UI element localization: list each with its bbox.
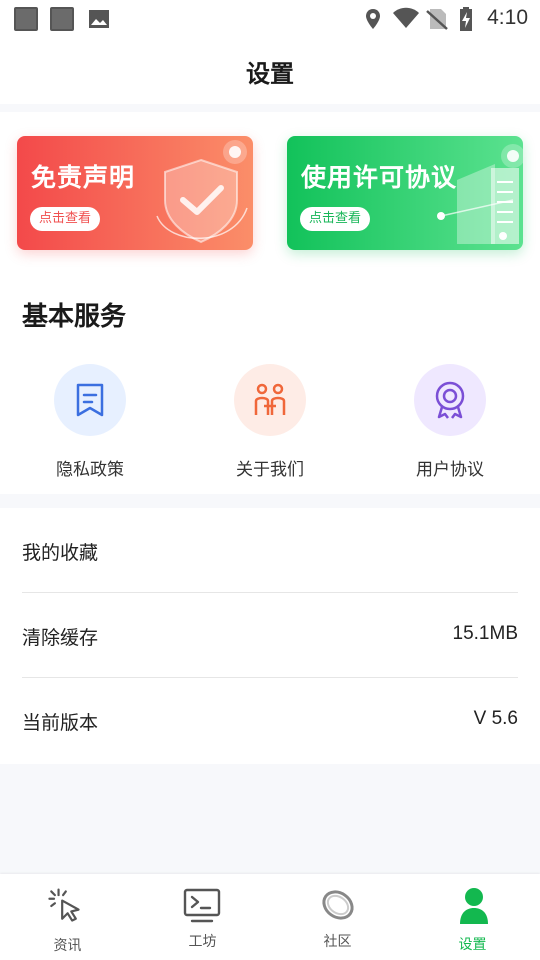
tab-community-label: 社区 [323,934,352,950]
tab-community[interactable]: 社区 [270,874,405,960]
document-icon [437,144,523,244]
bookmark-icon [76,383,104,417]
current-version-label: 当前版本 [22,712,99,734]
bottom-tab-bar: 资讯 工坊 社区 设置 [0,874,540,960]
image-icon [89,10,109,28]
disclaimer-card[interactable]: 免责声明 点击查看 [17,136,253,250]
current-version-row[interactable]: 当前版本 V 5.6 [22,678,518,763]
tab-settings[interactable]: 设置 [405,874,540,960]
tab-workshop-label: 工坊 [188,934,217,950]
favorites-label: 我的收藏 [22,542,99,564]
disclaimer-card-title: 免责声明 [31,163,136,192]
top-section: 免责声明 点击查看 使用许可协议 点击查看 基本服务 隐私政策 关于我们 用户协… [0,112,540,494]
award-icon [435,381,465,419]
settings-list: 我的收藏 清除缓存 15.1MB 当前版本 V 5.6 [0,508,540,764]
favorites-row[interactable]: 我的收藏 [22,508,518,593]
status-time: 4:10 [487,6,528,29]
privacy-policy-item[interactable]: 隐私政策 [20,364,160,480]
user-agreement-item[interactable]: 用户协议 [380,364,520,480]
privacy-policy-label: 隐私政策 [56,460,124,480]
tab-news-label: 资讯 [53,938,82,954]
license-view-button[interactable]: 点击查看 [300,207,370,231]
battery-charging-icon [460,7,472,31]
cache-size-value: 15.1MB [452,623,518,644]
wifi-icon [393,7,419,28]
tab-settings-label: 设置 [458,937,487,953]
header: 设置 [0,38,540,104]
license-card[interactable]: 使用许可协议 点击查看 [287,136,523,250]
location-icon [366,9,380,29]
no-sim-icon [426,9,448,30]
people-icon [254,383,286,415]
tab-workshop[interactable]: 工坊 [135,874,270,960]
version-value: V 5.6 [473,708,518,729]
cursor-click-icon [48,888,80,922]
user-agreement-label: 用户协议 [416,460,484,480]
disclaimer-view-button[interactable]: 点击查看 [30,207,100,231]
about-us-icon-circle [234,364,306,436]
notification-icon [50,7,74,31]
basic-services-title: 基本服务 [22,302,127,332]
tab-news[interactable]: 资讯 [0,874,135,960]
ring-icon [322,890,354,920]
notification-icon [14,7,38,31]
privacy-policy-icon-circle [54,364,126,436]
shield-check-icon [156,140,248,244]
about-us-label: 关于我们 [236,460,304,480]
user-icon [460,888,488,924]
user-agreement-icon-circle [414,364,486,436]
about-us-item[interactable]: 关于我们 [200,364,340,480]
clear-cache-row[interactable]: 清除缓存 15.1MB [22,593,518,678]
status-bar: 4:10 [0,0,540,38]
terminal-icon [183,888,221,923]
page-title: 设置 [246,60,294,88]
clear-cache-label: 清除缓存 [22,627,99,649]
